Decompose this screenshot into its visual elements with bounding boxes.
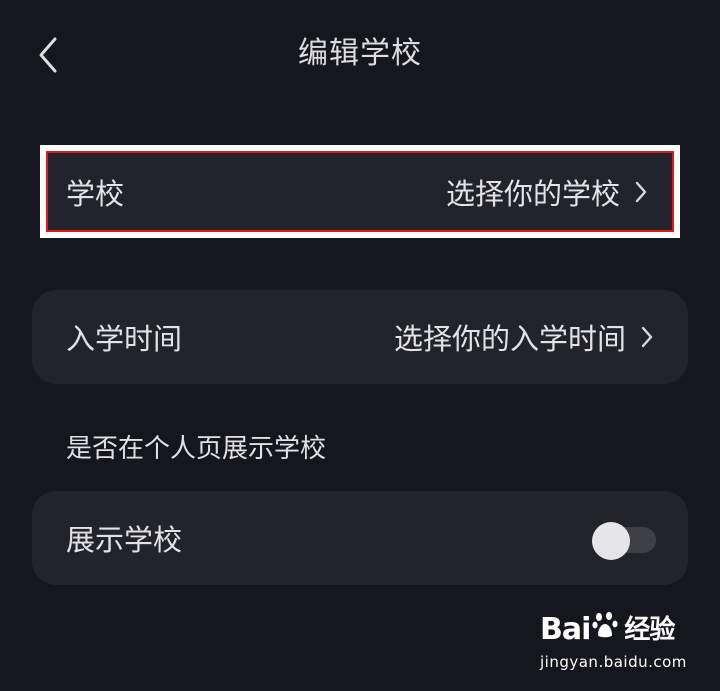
- page-title: 编辑学校: [298, 36, 422, 71]
- chevron-right-icon: [640, 324, 656, 350]
- display-school-toggle[interactable]: [592, 522, 656, 560]
- enrollment-row-right: 选择你的入学时间: [394, 316, 656, 358]
- enrollment-row[interactable]: 入学时间 选择你的入学时间: [32, 290, 688, 384]
- baidu-jingyan-watermark: Bai 经验 jingyan.baidu.com: [540, 611, 687, 673]
- display-section-title: 是否在个人页展示学校: [66, 434, 327, 464]
- school-row-right: 选择你的学校: [446, 171, 650, 213]
- enrollment-row-label: 入学时间: [66, 322, 183, 356]
- school-row-value: 选择你的学校: [445, 176, 620, 211]
- chevron-right-icon: [634, 179, 650, 205]
- watermark-brand-right: 经验: [624, 614, 675, 645]
- watermark-logo: Bai 经验: [540, 611, 680, 648]
- school-row-card: 学校 选择你的学校: [48, 153, 672, 230]
- enrollment-row-value: 选择你的入学时间: [393, 322, 626, 356]
- watermark-brand-left: Bai: [540, 611, 591, 647]
- school-highlight-frame: 学校 选择你的学校: [40, 145, 680, 238]
- toggle-knob: [592, 522, 630, 560]
- display-school-row: 展示学校: [32, 491, 688, 585]
- display-school-label: 展示学校: [66, 523, 183, 557]
- school-row[interactable]: 学校 选择你的学校: [48, 153, 672, 230]
- display-school-card: 展示学校: [32, 491, 688, 585]
- school-row-label: 学校: [66, 176, 125, 211]
- watermark-url: jingyan.baidu.com: [540, 653, 687, 671]
- paw-icon: [592, 611, 619, 648]
- header: 编辑学校: [0, 0, 720, 108]
- enrollment-row-card: 入学时间 选择你的入学时间: [32, 290, 688, 384]
